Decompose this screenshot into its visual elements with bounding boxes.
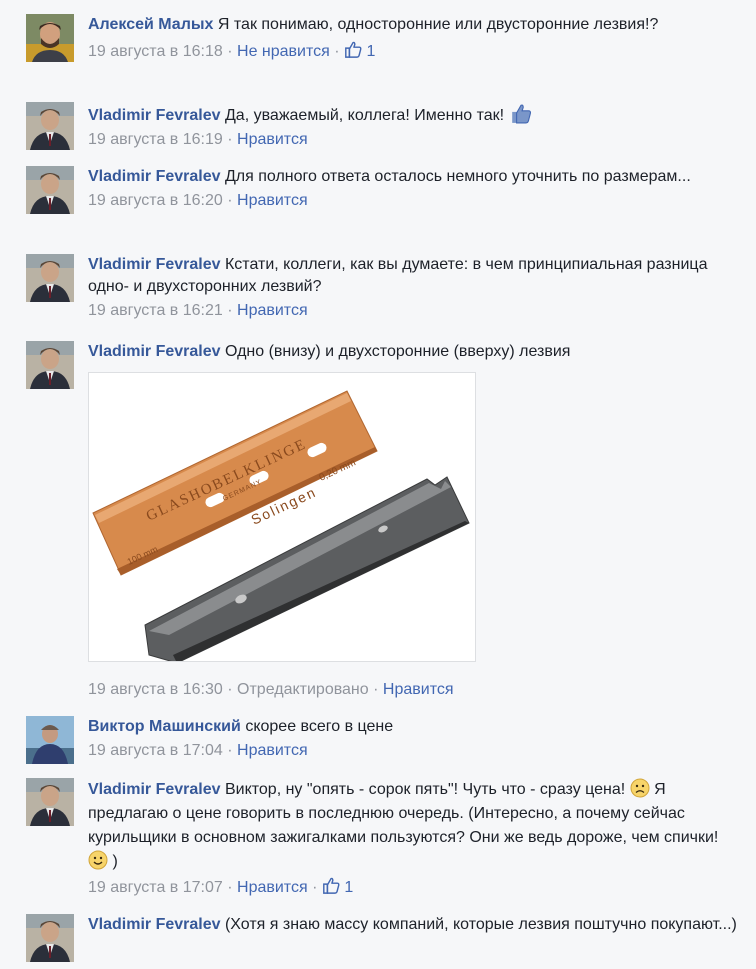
avatar[interactable] (26, 716, 74, 764)
comment-timestamp[interactable]: 19 августа в 17:07 (88, 879, 223, 896)
like-count[interactable]: 1 (322, 876, 353, 899)
comment-text: Для полного ответа осталось немного уточ… (224, 168, 691, 185)
comment-author[interactable]: Vladimir Fevralev (88, 256, 221, 273)
like-button[interactable]: Нравится (237, 742, 308, 759)
avatar[interactable] (26, 341, 74, 389)
unlike-button[interactable]: Не нравится (237, 43, 330, 60)
avatar[interactable] (26, 14, 74, 62)
comment-timestamp[interactable]: 19 августа в 16:18 (88, 43, 223, 60)
comment-timestamp[interactable]: 19 августа в 16:21 (88, 302, 223, 319)
comment-text: (Хотя я знаю массу компаний, которые лез… (224, 916, 737, 933)
comment-timestamp[interactable]: 19 августа в 16:30 (88, 681, 223, 698)
avatar[interactable] (26, 914, 74, 962)
like-button[interactable]: Нравится (237, 879, 308, 896)
comment-timestamp[interactable]: 19 августа в 17:04 (88, 742, 223, 759)
comment-author[interactable]: Vladimir Fevralev (88, 916, 221, 933)
comment-text: Одно (внизу) и двухсторонние (вверху) ле… (224, 343, 571, 360)
comment-author[interactable]: Vladimir Fevralev (88, 343, 221, 360)
thumbs-up-icon (322, 876, 340, 894)
razor-blades-image: GLASHOBELKLINGE GERMANY Solingen 0,20 mm… (89, 373, 475, 664)
comment-author[interactable]: Виктор Машинский (88, 718, 241, 735)
comment-text-part3: ) (112, 853, 118, 870)
smile-face-icon (88, 850, 108, 870)
comment-author[interactable]: Алексей Малых (88, 16, 213, 33)
avatar[interactable] (26, 254, 74, 302)
comment-timestamp[interactable]: 19 августа в 16:19 (88, 131, 223, 148)
avatar[interactable] (26, 166, 74, 214)
like-button[interactable]: Нравится (237, 192, 308, 209)
edited-label[interactable]: Отредактировано (237, 681, 369, 698)
sad-face-icon (630, 778, 650, 798)
comment-text: Я так понимаю, односторонние или двустор… (217, 16, 659, 33)
thumbs-up-icon (344, 40, 362, 58)
thumbs-up-icon (509, 102, 533, 124)
comment-timestamp[interactable]: 19 августа в 16:20 (88, 192, 223, 209)
like-count[interactable]: 1 (344, 40, 375, 63)
comment-text: Да, уважаемый, коллега! Именно так! (224, 107, 505, 124)
comment-text-part1: Виктор, ну "опять - сорок пять"! Чуть чт… (224, 781, 626, 798)
comment-author[interactable]: Vladimir Fevralev (88, 107, 221, 124)
like-button[interactable]: Нравится (237, 302, 308, 319)
like-button[interactable]: Нравится (383, 681, 454, 698)
comment-author[interactable]: Vladimir Fevralev (88, 781, 221, 798)
like-button[interactable]: Нравится (237, 131, 308, 148)
comment-text: скорее всего в цене (245, 718, 394, 735)
avatar[interactable] (26, 102, 74, 150)
attached-photo[interactable]: GLASHOBELKLINGE GERMANY Solingen 0,20 mm… (88, 372, 476, 664)
comment-author[interactable]: Vladimir Fevralev (88, 168, 221, 185)
avatar[interactable] (26, 778, 74, 826)
